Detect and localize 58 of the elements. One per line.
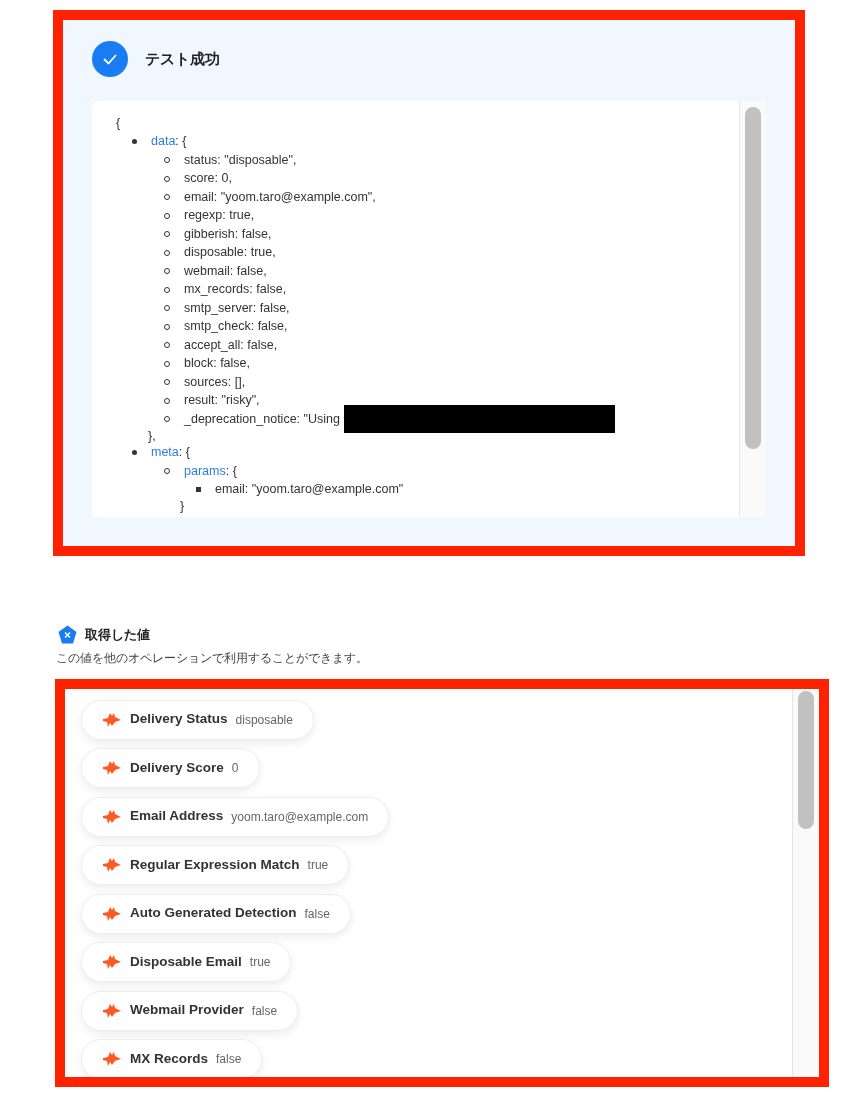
chip-value: disposable bbox=[235, 711, 293, 729]
code-text: : { bbox=[178, 444, 190, 462]
code-text: gibberish: false, bbox=[184, 225, 272, 243]
code-text: }, bbox=[148, 428, 156, 443]
code-text: : { bbox=[225, 462, 237, 480]
bullet-icon bbox=[196, 487, 201, 493]
code-text: sources: [], bbox=[184, 373, 246, 391]
chip-value: true bbox=[307, 857, 329, 874]
chip-value: false bbox=[216, 1051, 242, 1068]
code-text: accept_all: false, bbox=[184, 336, 278, 354]
chip-value: yoom.taro@example.com bbox=[231, 808, 369, 826]
value-chip[interactable]: MX Records false bbox=[81, 1039, 263, 1077]
code-text: result: "risky", bbox=[184, 392, 260, 410]
code-text: _deprecation_notice: "Using bbox=[184, 410, 340, 428]
code-text: email: "yoom.taro@example.com", bbox=[184, 188, 376, 206]
chip-value: false bbox=[251, 1002, 278, 1020]
code-key: meta bbox=[151, 443, 179, 463]
chip-label: Delivery Status bbox=[130, 710, 228, 729]
panel-title: テスト成功 bbox=[145, 48, 220, 69]
chip-value: false bbox=[304, 905, 330, 923]
value-chip[interactable]: Delivery Status disposable bbox=[81, 699, 314, 740]
section-description: この値を他のオペレーションで利用することができます。 bbox=[56, 649, 369, 667]
chip-label: Delivery Score bbox=[130, 758, 224, 777]
code-text: smtp_server: false, bbox=[184, 299, 290, 317]
code-text: block: false, bbox=[184, 355, 250, 373]
code-text: status: "disposable", bbox=[184, 151, 297, 169]
code-text: email: "yoom.taro@example.com" bbox=[215, 481, 404, 499]
code-text: score: 0, bbox=[184, 170, 232, 188]
value-chip[interactable]: Email Address yoom.taro@example.com bbox=[81, 796, 390, 837]
code-text: { bbox=[116, 116, 121, 130]
chip-label: Email Address bbox=[130, 807, 224, 826]
scrollbar-thumb[interactable] bbox=[745, 107, 761, 449]
chip-label: Auto Generated Detection bbox=[130, 904, 297, 923]
section-title: 取得した値 bbox=[85, 626, 150, 644]
variable-icon bbox=[58, 625, 77, 645]
chip-label: Disposable Email bbox=[130, 952, 242, 971]
code-text: smtp_check: false, bbox=[184, 318, 288, 336]
code-text: mx_records: false, bbox=[184, 281, 287, 299]
value-chip[interactable]: Disposable Email true bbox=[81, 942, 292, 982]
code-key: params bbox=[184, 461, 226, 481]
code-text: webmail: false, bbox=[184, 262, 267, 280]
code-text: disposable: true, bbox=[184, 244, 276, 262]
chip-value: 0 bbox=[231, 760, 239, 777]
chip-value: true bbox=[249, 954, 271, 971]
code-text: regexp: true, bbox=[184, 207, 255, 225]
value-chip[interactable]: Delivery Score 0 bbox=[81, 748, 260, 788]
chip-label: MX Records bbox=[130, 1049, 209, 1068]
chip-label: Webmail Provider bbox=[130, 1001, 244, 1020]
bullet-icon bbox=[132, 450, 137, 456]
bullet-icon bbox=[132, 139, 137, 145]
code-text: : { bbox=[175, 133, 187, 151]
check-icon bbox=[92, 41, 128, 77]
value-chip[interactable]: Webmail Provider false bbox=[81, 990, 299, 1031]
scrollbar-thumb[interactable] bbox=[798, 690, 814, 829]
code-text: } bbox=[180, 499, 185, 513]
chip-label: Regular Expression Match bbox=[130, 855, 300, 874]
value-chip[interactable]: Regular Expression Match true bbox=[81, 845, 350, 885]
value-chip[interactable]: Auto Generated Detection false bbox=[81, 893, 351, 934]
